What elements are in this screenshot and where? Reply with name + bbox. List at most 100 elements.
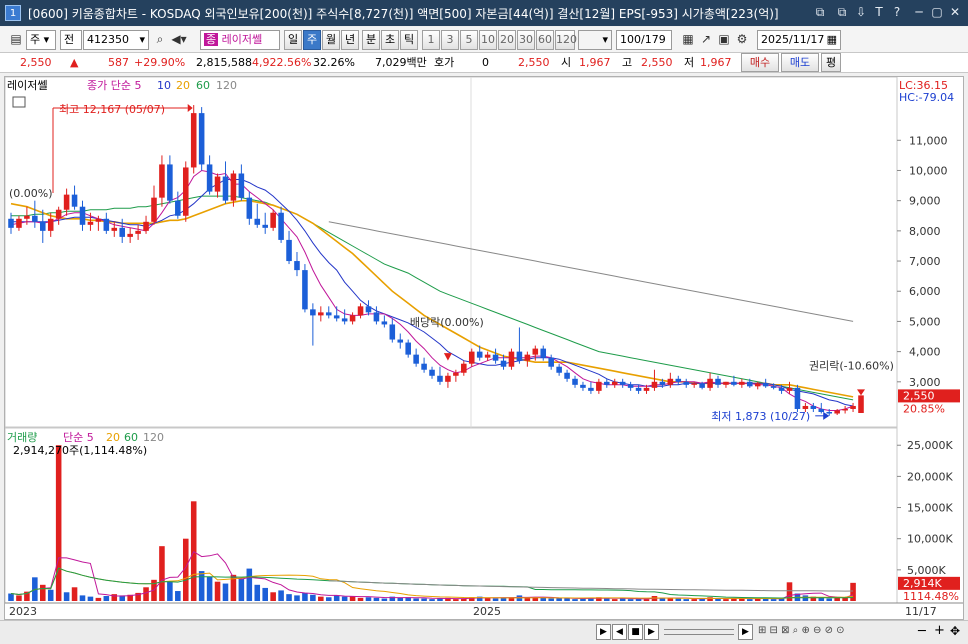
volume-bar	[302, 592, 308, 601]
candle-body	[302, 270, 308, 310]
volume-title: 거래량	[7, 431, 37, 444]
candle-body	[500, 360, 507, 367]
count-input[interactable]: 100/179	[616, 30, 672, 50]
scroll-end-button[interactable]: ▶	[738, 624, 753, 640]
candle-body	[723, 381, 729, 385]
settings-icon[interactable]: ⚙	[734, 30, 750, 50]
volume-bar	[254, 584, 261, 601]
link-window-icon[interactable]: ⧉	[812, 4, 828, 21]
scroll-right-button[interactable]: ▶	[596, 624, 611, 640]
candle-body	[63, 194, 70, 210]
app-icon[interactable]: 1	[5, 5, 21, 21]
download-icon[interactable]: ⇩	[853, 4, 869, 21]
period-tick-button[interactable]: 틱	[400, 30, 418, 50]
tile-window-icon[interactable]: ⧉	[834, 4, 850, 21]
price-tick-label: 6,000	[909, 285, 941, 298]
minimize-icon[interactable]: ─	[911, 4, 927, 21]
volume-bar	[397, 597, 404, 601]
candle-body	[32, 215, 38, 222]
eval-button[interactable]: 평	[821, 53, 841, 72]
stock-name-field[interactable]: 종 레이저쎌	[200, 30, 280, 50]
date-input[interactable]: 2025/11/17 ▦	[757, 30, 841, 50]
code-dropdown-icon[interactable]: ▾	[139, 31, 145, 49]
save-icon[interactable]: ▣	[716, 30, 732, 50]
volume-bar	[826, 598, 833, 601]
interval-button-20[interactable]: 20	[498, 30, 516, 50]
volume-bar	[357, 597, 364, 601]
candle-body	[310, 309, 316, 316]
stock-name-value: 레이저쎌	[221, 33, 263, 46]
candle-body	[190, 113, 197, 168]
custom-interval-select[interactable]: ▾	[578, 30, 612, 50]
price-tick-label: 9,000	[909, 195, 941, 208]
candle-body	[794, 387, 801, 409]
chart-area[interactable]: 11,000 10,000 9,000 8,000 7,000 6,000 5,000 4,0…	[4, 76, 964, 620]
volume-value: 2,815,588	[196, 56, 252, 69]
low-label: 저	[684, 56, 695, 69]
volume-bar	[548, 598, 554, 601]
tool-strip[interactable]: ⊞ ⊟ ⊠ ⌕ ⊕ ⊖ ⊘ ⊙	[758, 625, 888, 640]
interval-button-120[interactable]: 120	[555, 30, 577, 50]
interval-button-5[interactable]: 5	[460, 30, 478, 50]
volume-bar	[707, 597, 713, 601]
scroll-left-button[interactable]: ◀	[612, 624, 627, 640]
code-input[interactable]: 412350 ▾	[83, 30, 149, 50]
search-icon[interactable]: ⌕	[152, 30, 168, 50]
volume-bar	[492, 598, 499, 601]
candle-body	[643, 387, 650, 391]
candle-body	[611, 381, 618, 385]
candle-body	[707, 378, 713, 388]
period-month-button[interactable]: 월	[322, 30, 340, 50]
price-tick-label: 7,000	[909, 255, 941, 268]
draw-icon[interactable]: ↗	[698, 30, 714, 50]
drag-icon[interactable]: ✥	[950, 624, 960, 638]
period-minute-button[interactable]: 분	[362, 30, 380, 50]
x-tick-2025: 2025	[473, 605, 501, 618]
up-arrow-icon: ▲	[70, 56, 79, 69]
candle-body	[397, 339, 404, 343]
volume-legend-ma120: 120	[143, 431, 164, 444]
play-button[interactable]: ▶	[644, 624, 659, 640]
grid-icon[interactable]: ▦	[680, 30, 696, 50]
title-bar: 1 [0600] 키움종합차트 - KOSDAQ 외국인보유[200(천)] 주…	[0, 0, 968, 26]
period-week-button[interactable]: 주	[303, 30, 321, 50]
close-icon[interactable]: ✕	[947, 4, 963, 21]
volume-bar	[540, 597, 547, 601]
layout-icon[interactable]: ▤	[8, 30, 24, 50]
chart-canvas[interactable]: 11,000 10,000 9,000 8,000 7,000 6,000 5,000 4,0…	[4, 76, 963, 619]
interval-button-3[interactable]: 3	[441, 30, 459, 50]
speaker-icon[interactable]: ◀▾	[170, 30, 188, 50]
period-second-button[interactable]: 초	[381, 30, 399, 50]
market-select[interactable]: 전	[60, 30, 82, 50]
font-size-icon[interactable]: T	[871, 4, 887, 21]
volume-bar	[850, 582, 856, 601]
zoom-in-button[interactable]: +	[934, 623, 945, 638]
buy-button[interactable]: 매수	[741, 53, 779, 72]
stop-button[interactable]: ■	[628, 624, 643, 640]
bottom-bar: ▶ ◀ ■ ▶ ▶ ⊞ ⊟ ⊠ ⌕ ⊕ ⊖ ⊘ ⊙ ─ + ✥	[0, 620, 968, 644]
scroll-track[interactable]	[664, 629, 734, 635]
candle-body	[175, 200, 181, 216]
type-select[interactable]: 주 ▾	[26, 30, 56, 50]
turnover-pct: 32.26%	[313, 56, 355, 69]
volume-bar	[143, 587, 149, 601]
interval-button-1[interactable]: 1	[422, 30, 440, 50]
candle-body	[389, 324, 396, 340]
period-year-button[interactable]: 년	[341, 30, 359, 50]
legend-ma5: 종가 단순 5	[87, 79, 141, 92]
candle-body	[715, 378, 721, 385]
volume-bar	[87, 596, 94, 601]
volume-header-value: 2,914,270주(1,114.48%)	[13, 444, 147, 457]
maximize-icon[interactable]: ▢	[929, 4, 945, 21]
period-day-button[interactable]: 일	[284, 30, 302, 50]
interval-button-30[interactable]: 30	[517, 30, 535, 50]
high-label: 고	[622, 56, 633, 69]
help-icon[interactable]: ?	[889, 4, 905, 21]
interval-button-60[interactable]: 60	[536, 30, 554, 50]
sell-button[interactable]: 매도	[781, 53, 819, 72]
interval-button-10[interactable]: 10	[479, 30, 497, 50]
candle-body	[754, 383, 761, 387]
calendar-icon[interactable]: ▦	[827, 31, 837, 49]
zoom-out-button[interactable]: ─	[918, 624, 926, 639]
legend-ma120: 120	[216, 79, 237, 92]
